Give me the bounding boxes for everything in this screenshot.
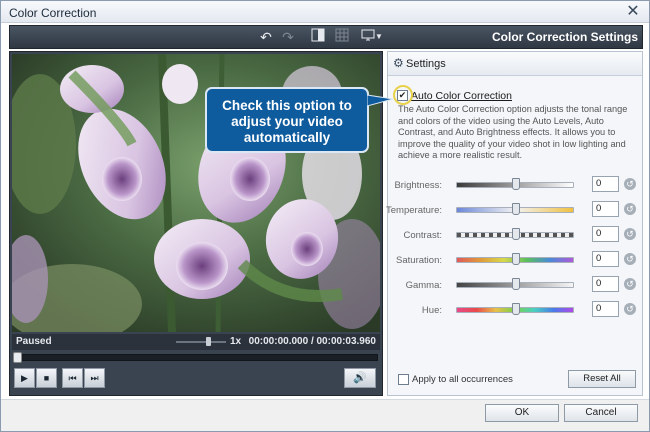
apply-all-checkbox[interactable] <box>398 374 409 385</box>
speed-value: 1x <box>230 336 242 347</box>
contrast-slider[interactable] <box>456 228 574 240</box>
auto-color-description: The Auto Color Correction option adjusts… <box>398 104 628 160</box>
seek-bar-knob[interactable] <box>13 352 22 363</box>
callout-pointer <box>367 94 394 107</box>
window-title: Color Correction <box>9 6 97 20</box>
gear-icon: ⚙ <box>393 56 404 70</box>
color-correction-dialog: Color Correction ✕ ↶ ↷ ▼ Color Correctio… <box>0 0 650 432</box>
auto-color-correction-label[interactable]: Auto Color Correction <box>411 90 512 102</box>
highlight-ring <box>393 85 413 105</box>
stop-button[interactable]: ■ <box>36 368 57 388</box>
reset-brightness-icon[interactable]: ↺ <box>624 178 636 190</box>
playback-status: Paused <box>16 336 52 347</box>
chevron-down-icon[interactable]: ▼ <box>374 28 384 46</box>
gamma-label: Gamma: <box>405 280 442 291</box>
hue-slider[interactable] <box>456 303 574 315</box>
adjustment-row-gamma: Gamma: 0 ↺ <box>388 276 642 296</box>
brightness-value[interactable]: 0 <box>592 176 619 192</box>
redo-icon[interactable]: ↷ <box>278 28 298 46</box>
top-toolbar: ↶ ↷ ▼ Color Correction Settings <box>9 25 643 49</box>
settings-panel: ⚙ Settings ✔ Auto Color Correction The A… <box>386 51 643 396</box>
split-view-icon[interactable] <box>308 28 328 46</box>
temperature-label: Temperature: <box>386 205 442 216</box>
speed-slider[interactable] <box>176 341 226 343</box>
contrast-value[interactable]: 0 <box>592 226 619 242</box>
hue-value[interactable]: 0 <box>592 301 619 317</box>
undo-icon[interactable]: ↶ <box>256 28 276 46</box>
adjustment-row-contrast: Contrast: 0 ↺ <box>388 226 642 246</box>
cancel-button[interactable]: Cancel <box>564 404 638 422</box>
time-display: 00:00:00.000 / 00:00:03.960 <box>248 336 376 347</box>
temperature-value[interactable]: 0 <box>592 201 619 217</box>
temperature-slider-knob[interactable] <box>512 203 520 215</box>
grid-icon[interactable] <box>332 28 352 46</box>
gamma-value[interactable]: 0 <box>592 276 619 292</box>
saturation-slider[interactable] <box>456 253 574 265</box>
previous-frame-button[interactable]: ⏮ <box>62 368 83 388</box>
hue-slider-knob[interactable] <box>512 303 520 315</box>
speed-slider-knob[interactable] <box>206 337 211 346</box>
toolbar-title: Color Correction Settings <box>491 30 638 44</box>
temperature-slider[interactable] <box>456 203 574 215</box>
settings-header: ⚙ Settings <box>388 52 642 76</box>
volume-button[interactable]: 🔊 <box>344 368 376 388</box>
reset-contrast-icon[interactable]: ↺ <box>624 228 636 240</box>
adjustment-row-hue: Hue: 0 ↺ <box>388 301 642 321</box>
reset-gamma-icon[interactable]: ↺ <box>624 278 636 290</box>
apply-all-label[interactable]: Apply to all occurrences <box>412 374 513 385</box>
saturation-label: Saturation: <box>396 255 442 266</box>
saturation-slider-knob[interactable] <box>512 253 520 265</box>
brightness-slider-knob[interactable] <box>512 178 520 190</box>
reset-all-button[interactable]: Reset All <box>568 370 636 388</box>
reset-saturation-icon[interactable]: ↺ <box>624 253 636 265</box>
reset-hue-icon[interactable]: ↺ <box>624 303 636 315</box>
brightness-slider[interactable] <box>456 178 574 190</box>
saturation-value[interactable]: 0 <box>592 251 619 267</box>
tooltip-callout: Check this option to adjust your video a… <box>205 87 369 153</box>
settings-label: Settings <box>406 58 446 70</box>
ok-button[interactable]: OK <box>485 404 559 422</box>
adjustment-row-saturation: Saturation: 0 ↺ <box>388 251 642 271</box>
adjustment-row-temperature: Temperature: 0 ↺ <box>386 201 642 221</box>
player-status-bar: Paused 1x 00:00:00.000 / 00:00:03.960 <box>12 334 380 350</box>
contrast-slider-knob[interactable] <box>512 228 520 240</box>
gamma-slider[interactable] <box>456 278 574 290</box>
close-icon[interactable]: ✕ <box>625 4 641 20</box>
brightness-label: Brightness: <box>394 180 442 191</box>
adjustment-row-brightness: Brightness: 0 ↺ <box>388 176 642 196</box>
contrast-label: Contrast: <box>403 230 442 241</box>
dialog-footer: OK Cancel <box>1 399 649 431</box>
next-frame-button[interactable]: ⏭ <box>84 368 105 388</box>
seek-bar[interactable] <box>13 352 378 363</box>
gamma-slider-knob[interactable] <box>512 278 520 290</box>
title-bar: Color Correction ✕ <box>1 1 649 23</box>
play-button[interactable]: ▶ <box>14 368 35 388</box>
reset-temperature-icon[interactable]: ↺ <box>624 203 636 215</box>
hue-label: Hue: <box>421 305 442 316</box>
